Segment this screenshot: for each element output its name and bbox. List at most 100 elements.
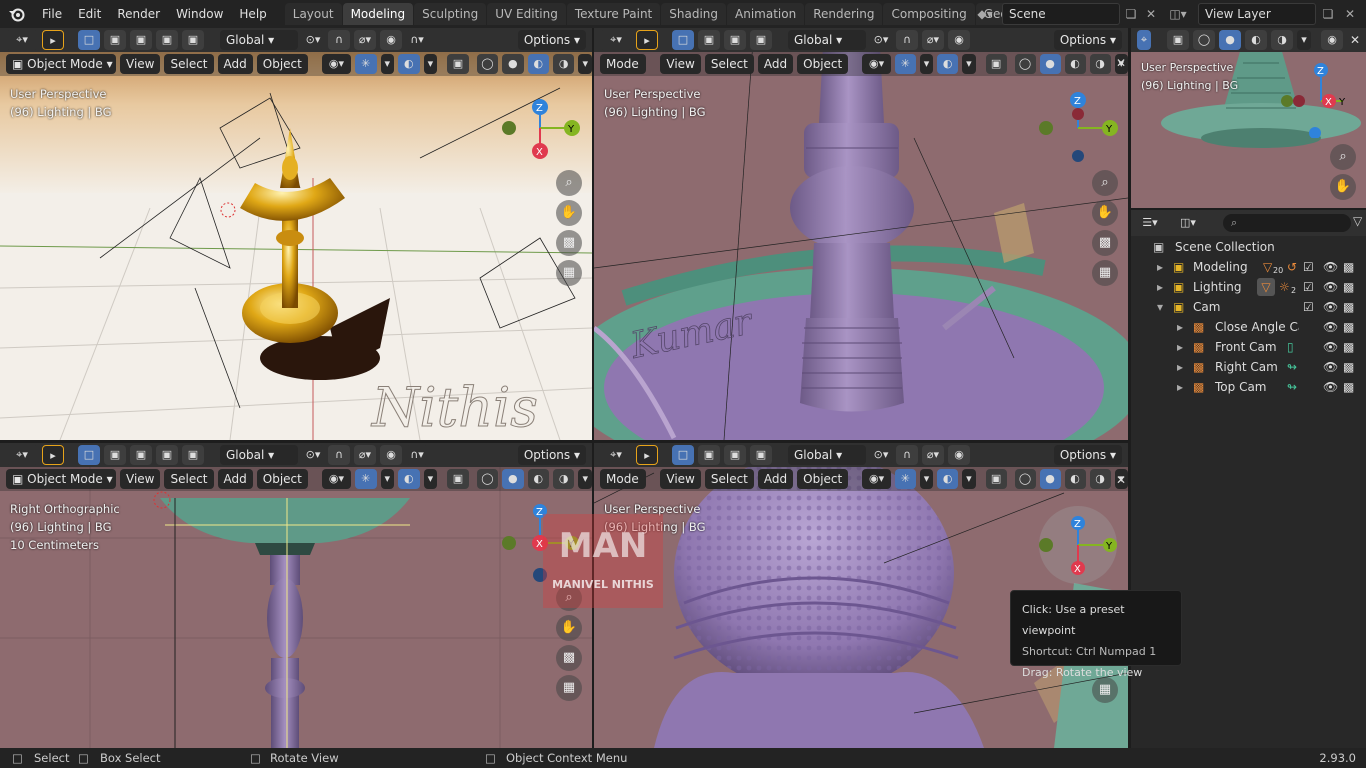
tab-compositing[interactable]: Compositing (883, 3, 975, 25)
select-mode-new-icon[interactable]: □ (78, 445, 100, 465)
shading-rendered-icon[interactable]: ◑ (1271, 30, 1293, 50)
pan-hand-icon[interactable]: ✋ (556, 615, 582, 641)
menu-window[interactable]: Window (168, 3, 231, 25)
xray-toggle-icon[interactable]: ▣ (985, 54, 1007, 74)
tab-layout[interactable]: Layout (284, 3, 342, 25)
gizmo-dropdown-icon[interactable]: ▾ (380, 469, 395, 489)
view-menu[interactable]: View (660, 469, 701, 489)
pivot-point-icon[interactable]: ⊙▾ (870, 30, 892, 50)
gizmo-toggle-icon[interactable]: ✳ (355, 54, 377, 74)
outliner-item-front-cam[interactable]: ▸ ▩ Front Cam ▯ 👁 ▩ (1131, 337, 1366, 357)
eye-icon[interactable]: 👁 (1323, 297, 1338, 317)
close-area-icon[interactable]: ✕ (1350, 33, 1360, 47)
camera-render-icon[interactable]: ▩ (1343, 377, 1354, 397)
shading-rendered-icon[interactable]: ◑ (1089, 469, 1111, 489)
exclude-checkbox[interactable]: ☑ (1303, 277, 1314, 297)
camera-view-icon[interactable]: ▩ (1092, 230, 1118, 256)
gizmo-toggle-icon[interactable]: ✳ (894, 54, 916, 74)
editor-type-icon[interactable]: ⌖▾ (6, 30, 38, 50)
gizmo-dropdown-icon[interactable]: ▾ (919, 54, 934, 74)
new-view-layer-icon[interactable]: ❏ (1318, 4, 1338, 24)
outliner-scene-collection[interactable]: ▣ Scene Collection (1131, 237, 1366, 257)
shading-wireframe-icon[interactable]: ◯ (476, 54, 499, 74)
camera-render-icon[interactable]: ▩ (1343, 277, 1354, 297)
tab-texture-paint[interactable]: Texture Paint (566, 3, 661, 25)
overlay-toggle-icon[interactable]: ◐ (398, 469, 420, 489)
options-dropdown[interactable]: Options ▾ (517, 30, 586, 50)
visibility-icon[interactable]: ◉▾ (862, 54, 891, 74)
transform-orientation-dropdown[interactable]: Global ▾ (220, 445, 298, 465)
select-tool-icon[interactable]: ▸ (42, 445, 64, 465)
tab-shading[interactable]: Shading (661, 3, 726, 25)
navigation-gizmo[interactable]: Z Y X (1038, 505, 1118, 585)
navigation-gizmo[interactable]: Z X Y (1281, 58, 1361, 139)
object-menu[interactable]: Object (256, 54, 308, 74)
outliner-item-lighting[interactable]: ▸ ▣ Lighting ▽ ☼ 2 ☑ 👁 ▩ (1131, 277, 1366, 297)
filter-icon[interactable]: ▽ (1353, 214, 1362, 228)
shading-material-icon[interactable]: ◐ (1245, 30, 1267, 50)
object-menu[interactable]: Object (797, 54, 849, 74)
select-mode-intersect-icon[interactable]: ▣ (182, 445, 204, 465)
object-mode-dropdown[interactable]: ▣ Object Mode ▾ (6, 469, 116, 489)
select-menu[interactable]: Select (704, 54, 754, 74)
scene-selector-icon[interactable]: ◆▾ (975, 4, 995, 24)
transform-orientation-dropdown[interactable]: Global ▾ (220, 30, 298, 50)
exclude-checkbox[interactable]: ☑ (1303, 297, 1314, 317)
overlay-dropdown-icon[interactable]: ▾ (962, 54, 976, 74)
add-menu[interactable]: Add (757, 469, 794, 489)
add-menu[interactable]: Add (217, 469, 253, 489)
camera-render-icon[interactable]: ▩ (1343, 317, 1354, 337)
select-mode-invert-icon[interactable]: ▣ (156, 445, 178, 465)
select-mode-extend-icon[interactable]: ▣ (698, 445, 720, 465)
shading-rendered-icon[interactable]: ◑ (552, 54, 575, 74)
gizmo-dropdown-icon[interactable]: ▾ (380, 54, 395, 74)
visibility-icon[interactable]: ◉▾ (321, 54, 352, 74)
shading-solid-icon[interactable]: ● (1039, 469, 1061, 489)
overlay-toggle-icon[interactable]: ◐ (937, 54, 959, 74)
select-mode-invert-icon[interactable]: ▣ (750, 445, 772, 465)
shading-solid-icon[interactable]: ● (1219, 30, 1241, 50)
gizmo-dropdown-icon[interactable]: ▾ (919, 469, 934, 489)
select-mode-extend-icon[interactable]: ▣ (104, 445, 126, 465)
expand-arrow-icon[interactable]: ▸ (1177, 317, 1183, 337)
transform-orientation-dropdown[interactable]: Global ▾ (788, 445, 866, 465)
shading-material-icon[interactable]: ◐ (527, 469, 549, 489)
expand-arrow-icon[interactable]: ▸ (1157, 257, 1163, 277)
falloff-icon[interactable]: ∩▾ (406, 445, 428, 465)
menu-help[interactable]: Help (231, 3, 274, 25)
outliner-item-cam[interactable]: ▾ ▣ Cam ☑ 👁 ▩ (1131, 297, 1366, 317)
shading-rendered-icon[interactable]: ◑ (552, 469, 575, 489)
shading-wireframe-icon[interactable]: ◯ (476, 469, 499, 489)
outliner-search-input[interactable]: ⌕ (1223, 214, 1351, 232)
view-menu[interactable]: View (120, 54, 161, 74)
snap-target-icon[interactable]: ⌀▾ (922, 445, 944, 465)
object-menu[interactable]: Object (797, 469, 849, 489)
select-mode-subtract-icon[interactable]: ▣ (724, 445, 746, 465)
camera-view-icon[interactable]: ▩ (556, 230, 582, 256)
camera-render-icon[interactable]: ▩ (1343, 337, 1354, 357)
select-mode-subtract-icon[interactable]: ▣ (130, 30, 152, 50)
zoom-icon[interactable]: ⌕ (556, 170, 582, 196)
pivot-point-icon[interactable]: ⊙▾ (302, 30, 324, 50)
expand-arrow-icon[interactable]: ▸ (1177, 337, 1183, 357)
view-layer-field[interactable]: View Layer (1198, 3, 1316, 25)
snap-target-icon[interactable]: ⌀▾ (354, 30, 376, 50)
snap-icon[interactable]: ∩ (328, 30, 350, 50)
xray-toggle-icon[interactable]: ▣ (985, 469, 1007, 489)
xray-toggle-icon[interactable]: ▣ (447, 54, 469, 74)
add-menu[interactable]: Add (217, 54, 253, 74)
shading-wireframe-icon[interactable]: ◯ (1014, 54, 1036, 74)
gizmo-toggle-icon[interactable]: ✳ (894, 469, 916, 489)
select-tool-icon[interactable]: ▸ (42, 30, 64, 50)
close-area-icon[interactable]: ✕ (1116, 473, 1126, 487)
overlay-toggle-icon[interactable]: ◐ (398, 54, 420, 74)
pan-hand-icon[interactable]: ✋ (1092, 200, 1118, 226)
shading-wireframe-icon[interactable]: ◯ (1193, 30, 1215, 50)
visibility-icon[interactable]: ◉▾ (321, 469, 352, 489)
grid-ortho-icon[interactable]: ▦ (556, 675, 582, 701)
expand-arrow-icon[interactable]: ▸ (1177, 377, 1183, 397)
select-mode-invert-icon[interactable]: ▣ (156, 30, 178, 50)
eye-icon[interactable]: 👁 (1323, 277, 1338, 297)
shading-dropdown-icon[interactable]: ▾ (1297, 30, 1311, 50)
camera-render-icon[interactable]: ▩ (1343, 357, 1354, 377)
